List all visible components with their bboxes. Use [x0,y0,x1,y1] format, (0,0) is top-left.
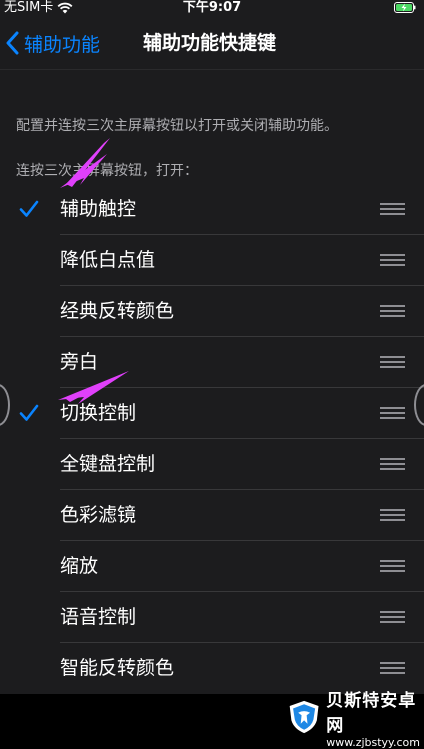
list-item-label: 智能反转颜色 [60,657,175,679]
list-item[interactable]: 全键盘控制 [0,439,424,490]
watermark: 贝斯特安卓网 www.zjbstyy.com [288,690,420,749]
status-bar: 无SIM卡 下午9:07 [0,0,424,16]
shield-logo-icon [289,700,319,734]
checkmark-icon [19,200,39,217]
drag-handle-icon[interactable] [380,407,405,420]
list-item[interactable]: 语音控制 [0,592,424,643]
description-text: 配置并连按三次主屏幕按钮以打开或关闭辅助功能。 [16,118,338,134]
chevron-left-icon [6,31,19,55]
list-item-label: 旁白 [60,351,99,373]
group-header: 连按三次主屏幕按钮，打开： [16,163,198,179]
list-item-label: 全键盘控制 [60,453,156,475]
list-item-label: 色彩滤镜 [60,504,137,526]
drag-handle-icon[interactable] [380,509,405,522]
list-item-label: 降低白点值 [60,249,156,271]
list-item-label: 缩放 [60,555,99,577]
watermark-name: 贝斯特安卓网 [326,690,417,736]
drag-handle-icon[interactable] [380,305,405,318]
list-item-label: 经典反转颜色 [60,300,175,322]
status-time: 下午9:07 [182,0,242,15]
drag-handle-icon[interactable] [380,611,405,624]
back-button[interactable]: 辅助功能 [6,28,100,58]
drag-handle-icon[interactable] [380,203,405,216]
list-item-label: 切换控制 [60,402,137,424]
list-item[interactable]: 缩放 [0,541,424,592]
watermark-text: 贝斯特安卓网 www.zjbstyy.com [326,686,420,749]
drag-handle-icon[interactable] [380,560,405,573]
page-title: 辅助功能快捷键 [143,32,277,54]
back-button-label: 辅助功能 [24,33,101,56]
drag-handle-icon[interactable] [380,254,405,267]
list-item[interactable]: 辅助触控 [0,184,424,235]
navigation-bar: 辅助功能 辅助功能快捷键 [0,16,424,70]
drag-handle-icon[interactable] [380,458,405,471]
checkmark-icon [19,404,39,421]
list-item[interactable]: 切换控制 [0,388,424,439]
list-item[interactable]: 降低白点值 [0,235,424,286]
battery-charging-icon [394,2,416,13]
shortcut-list: 辅助触控降低白点值经典反转颜色 旁白切换控制全键盘控制色彩滤镜缩放语音控制智能反转… [0,184,424,694]
list-item[interactable]: 经典反转颜色 [0,286,424,337]
drag-handle-icon[interactable] [380,356,405,369]
list-item-label: 语音控制 [60,606,137,628]
drag-handle-icon[interactable] [380,662,405,675]
list-item-label: 辅助触控 [60,198,137,220]
list-item[interactable]: 色彩滤镜 [0,490,424,541]
list-item[interactable]: 旁白 [0,337,424,388]
